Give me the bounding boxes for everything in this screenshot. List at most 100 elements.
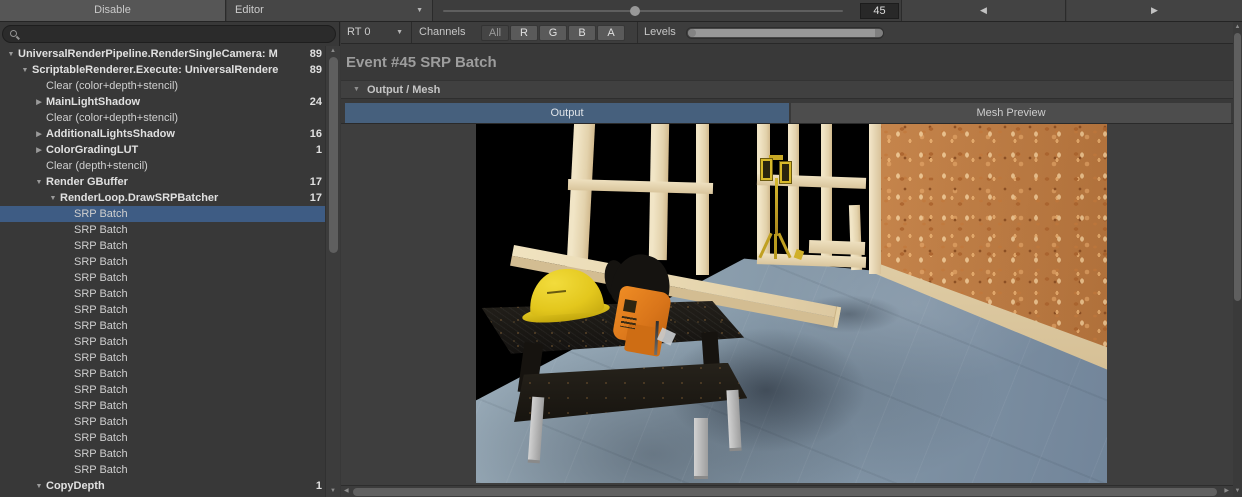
tree-row[interactable]: SRP Batch [0,382,326,398]
tree-row[interactable]: Clear (color+depth+stencil) [0,110,326,126]
scrollbar-thumb[interactable] [329,57,338,253]
scrollbar-thumb[interactable] [353,488,1217,496]
tree-row-label: SRP Batch [74,272,322,284]
tree-row-label: SRP Batch [74,432,322,444]
foldout-arrow-icon[interactable]: ▶ [32,98,46,106]
chevron-down-icon: ▼ [416,0,423,21]
render-target-toolbar: RT 0 ▼ Channels AllRGBA Levels [341,22,1233,44]
target-dropdown[interactable]: Editor ▼ [227,0,433,21]
tree-row-count: 89 [310,64,326,76]
corner-stud [869,124,881,274]
toolbar-separator [411,22,412,43]
tree-row[interactable]: SRP Batch [0,206,326,222]
tree-row[interactable]: ▶MainLightShadow24 [0,94,326,110]
tree-row[interactable]: ▼CopyDepth1 [0,478,326,494]
scroll-down-icon[interactable]: ▼ [1233,486,1242,496]
tree-row[interactable]: ▶ColorGradingLUT1 [0,142,326,158]
previous-event-button[interactable]: ◀ [902,0,1066,21]
levels-label: Levels [644,22,676,43]
foldout-arrow-icon[interactable]: ▼ [32,179,46,186]
tree-row-count: 89 [310,48,326,60]
foldout-arrow-icon[interactable]: ▼ [46,195,60,202]
saw-label-patch [623,299,636,313]
tree-row[interactable]: Clear (color+depth+stencil) [0,78,326,94]
tree-row[interactable]: SRP Batch [0,222,326,238]
scroll-up-icon[interactable]: ▲ [1233,22,1242,32]
search-box[interactable] [2,25,336,43]
tree-row-label: SRP Batch [74,208,322,220]
power-saw [605,255,678,363]
disable-button[interactable]: Disable [0,0,226,21]
preview-area [341,124,1233,485]
tree-row[interactable]: SRP Batch [0,414,326,430]
tree-row[interactable]: SRP Batch [0,398,326,414]
channel-button-g[interactable]: G [539,25,567,41]
channel-button-group: AllRGBA [481,25,625,41]
tree-row-label: SRP Batch [74,448,322,460]
channel-button-a[interactable]: A [597,25,625,41]
tree-row[interactable]: SRP Batch [0,366,326,382]
channel-button-r[interactable]: R [510,25,538,41]
target-dropdown-value: Editor [235,4,264,16]
tree-row[interactable]: SRP Batch [0,430,326,446]
tree-row[interactable]: SRP Batch [0,462,326,478]
event-slider-handle[interactable] [630,6,640,16]
render-target-dropdown[interactable]: RT 0 ▼ [341,22,411,43]
foldout-arrow-icon[interactable]: ▶ [32,130,46,138]
tree-row[interactable]: SRP Batch [0,238,326,254]
tree-row[interactable]: ▼UniversalRenderPipeline.RenderSingleCam… [0,46,326,62]
search-input[interactable] [23,27,323,41]
scroll-left-icon[interactable]: ◀ [344,486,349,497]
channel-button-all[interactable]: All [481,25,509,41]
levels-max-handle[interactable] [875,29,883,37]
event-details-panel: RT 0 ▼ Channels AllRGBA Levels Event #45… [341,22,1233,497]
tree-row[interactable]: SRP Batch [0,446,326,462]
tree-row-count: 17 [310,192,326,204]
tripod-leg [774,234,777,259]
scrollbar-thumb[interactable] [1234,33,1241,301]
event-number-field[interactable] [860,3,899,19]
tree-row-label: AdditionalLightsShadow [46,128,310,140]
foldout-arrow-icon[interactable]: ▼ [32,483,46,490]
tree-row[interactable]: ▶AdditionalLightsShadow16 [0,126,326,142]
tree-row[interactable]: SRP Batch [0,350,326,366]
tree-row[interactable]: SRP Batch [0,286,326,302]
scroll-up-icon[interactable]: ▲ [326,46,340,56]
foldout-open-icon[interactable]: ▼ [353,81,360,99]
levels-minmax-slider[interactable] [686,27,884,39]
tree-row-label: ColorGradingLUT [46,144,316,156]
foldout-arrow-icon[interactable]: ▶ [32,146,46,154]
preview-horizontal-scrollbar[interactable]: ◀ ▶ [341,485,1233,497]
tree-row[interactable]: Clear (depth+stencil) [0,158,326,174]
tab-output[interactable]: Output [345,103,789,123]
chevron-down-icon: ▼ [396,22,403,43]
tree-row[interactable]: ▼RenderLoop.DrawSRPBatcher17 [0,190,326,206]
tree-row-label: SRP Batch [74,320,322,332]
levels-min-handle[interactable] [688,29,696,37]
foldout-arrow-icon[interactable]: ▼ [4,51,18,58]
scroll-down-icon[interactable]: ▼ [326,486,340,496]
tab-mesh-preview[interactable]: Mesh Preview [791,103,1231,123]
next-event-button[interactable]: ▶ [1067,0,1242,21]
foldout-arrow-icon[interactable]: ▼ [18,67,32,74]
event-title: Event #45 SRP Batch [346,46,497,80]
tree-scrollbar[interactable]: ▲ ▼ [325,46,340,497]
scroll-right-icon[interactable]: ▶ [1224,486,1229,497]
wall-stud [696,124,709,275]
tree-row-label: SRP Batch [74,256,322,268]
tripod-leg [759,233,773,259]
tree-row[interactable]: ▼Render GBuffer17 [0,174,326,190]
tree-row[interactable]: ▼ScriptableRenderer.Execute: UniversalRe… [0,62,326,78]
tree-row[interactable]: SRP Batch [0,254,326,270]
channel-button-b[interactable]: B [568,25,596,41]
tree-row[interactable]: SRP Batch [0,334,326,350]
tree-row[interactable]: SRP Batch [0,302,326,318]
tree-row[interactable]: SRP Batch [0,270,326,286]
foldout-label: Output / Mesh [367,81,440,99]
tree-row[interactable]: SRP Batch [0,318,326,334]
tree-row-label: UniversalRenderPipeline.RenderSingleCame… [18,48,310,60]
preview-tabs: Output Mesh Preview [341,103,1233,124]
details-vertical-scrollbar[interactable]: ▲ ▼ [1233,22,1242,497]
event-slider[interactable] [443,10,843,12]
output-mesh-foldout[interactable]: ▼ Output / Mesh [341,80,1233,99]
